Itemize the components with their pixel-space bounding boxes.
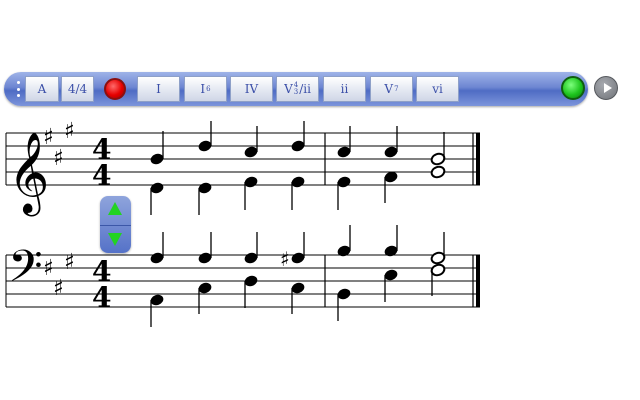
treble-sharp-g: ♯ [64, 119, 75, 144]
music-score: 𝄞 𝄢 ♯ ♯ ♯ ♯ ♯ ♯ 4 4 4 4 ♯ [5, 119, 480, 327]
bass-time-sig-bottom: 4 [92, 281, 111, 314]
bass-sharp-c: ♯ [53, 276, 64, 301]
bass-chord-2[interactable] [197, 232, 213, 314]
treble-chord-5[interactable] [336, 126, 352, 210]
treble-chord-2[interactable] [197, 121, 213, 215]
bass-sharp-g: ♯ [64, 250, 75, 275]
bass-clef-icon: 𝄢 [8, 240, 43, 303]
treble-chord-7-half[interactable] [430, 132, 446, 179]
bass-chord-3[interactable] [243, 232, 259, 308]
bass-chord-6[interactable] [383, 225, 399, 302]
bass-chord-1[interactable] [149, 232, 165, 327]
bass-staff [6, 254, 480, 308]
bass-accidental-sharp: ♯ [280, 247, 290, 271]
bass-chord-7-half[interactable] [430, 232, 446, 296]
treble-chord-3[interactable] [243, 126, 259, 210]
treble-chord-4[interactable] [290, 121, 306, 210]
bass-chord-4[interactable]: ♯ [280, 232, 306, 314]
treble-staff [6, 132, 480, 186]
treble-sharp-c: ♯ [53, 146, 64, 171]
treble-time-sig-bottom: 4 [92, 159, 111, 192]
treble-chord-1[interactable] [149, 131, 165, 215]
treble-chord-6[interactable] [383, 126, 399, 203]
